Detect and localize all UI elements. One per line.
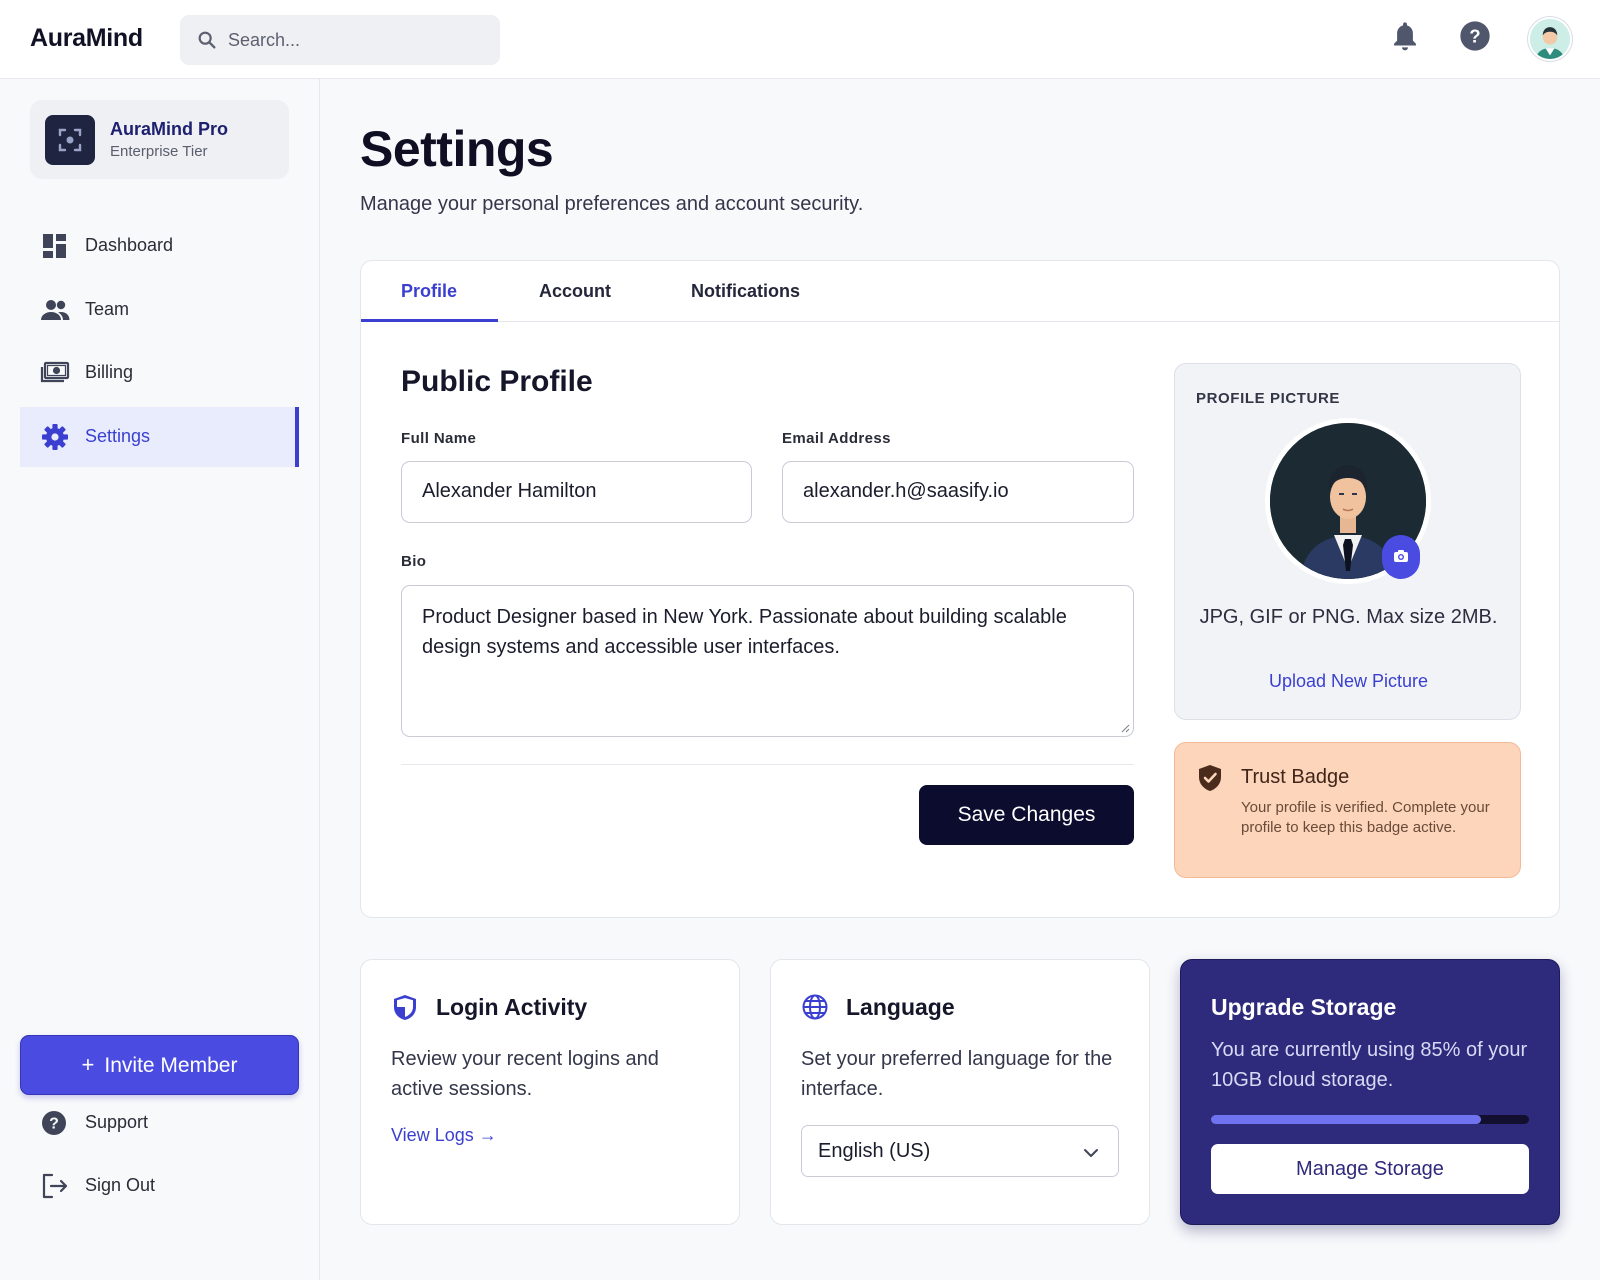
resize-handle-icon[interactable] (1120, 723, 1130, 733)
trust-badge-description: Your profile is verified. Complete your … (1241, 799, 1490, 836)
avatar-illustration (1530, 19, 1570, 59)
shield-icon (394, 995, 416, 1020)
org-tier: Enterprise Tier (110, 143, 208, 160)
language-select[interactable]: English (US) (801, 1125, 1119, 1177)
search-input[interactable]: Search... (180, 15, 500, 65)
search-placeholder: Search... (228, 30, 301, 50)
upgrade-storage-description: You are currently using 85% of your 10GB… (1211, 1039, 1528, 1091)
bio-label: Bio (401, 553, 427, 570)
bio-text: Product Designer based in New York. Pass… (422, 606, 1067, 658)
search-icon (198, 31, 216, 49)
language-card: Language Set your preferred language for… (770, 959, 1150, 1225)
bio-textarea[interactable]: Product Designer based in New York. Pass… (401, 585, 1134, 737)
profile-picture-label: PROFILE PICTURE (1196, 390, 1341, 407)
help-icon: ? (42, 1111, 66, 1135)
billing-icon (40, 361, 70, 383)
tab-notifications[interactable]: Notifications (691, 281, 800, 302)
section-title: Public Profile (401, 365, 593, 398)
sidebar-item-label: Team (85, 299, 130, 319)
bell-icon[interactable] (1390, 20, 1420, 54)
language-description: Set your preferred language for the inte… (801, 1048, 1113, 1100)
help-icon[interactable]: ? (1459, 20, 1491, 52)
manage-storage-button[interactable]: Manage Storage (1211, 1144, 1529, 1194)
sidebar-item-label: Settings (85, 426, 151, 446)
change-photo-button[interactable] (1382, 535, 1420, 579)
active-tab-indicator (361, 319, 498, 322)
sidebar-item-support[interactable]: ? Support (20, 1093, 299, 1153)
divider (401, 764, 1134, 765)
svg-text:?: ? (49, 1116, 59, 1133)
sidebar-item-billing[interactable]: Billing (20, 343, 299, 403)
gear-icon (42, 424, 68, 450)
active-indicator (295, 407, 299, 467)
sidebar-item-sign-out[interactable]: Sign Out (20, 1156, 299, 1216)
page-subtitle: Manage your personal preferences and acc… (360, 193, 864, 215)
chevron-down-icon (1084, 1149, 1098, 1157)
upgrade-storage-title: Upgrade Storage (1211, 994, 1397, 1020)
settings-card: Profile Account Notifications Public Pro… (360, 260, 1560, 918)
org-switcher[interactable]: AuraMind Pro Enterprise Tier (30, 100, 289, 179)
plus-icon: + (81, 1052, 95, 1077)
storage-progress-bar (1211, 1115, 1529, 1124)
camera-icon (1394, 550, 1408, 562)
sidebar-item-settings[interactable]: Settings (20, 407, 299, 467)
team-icon (41, 300, 70, 320)
trust-badge-title: Trust Badge (1241, 766, 1350, 788)
sidebar-item-label: Dashboard (85, 235, 174, 255)
picture-requirements: JPG, GIF or PNG. Max size 2MB. (1199, 606, 1498, 628)
sidebar: AuraMind Pro Enterprise Tier Dashboard T… (0, 79, 320, 1280)
dashboard-icon (43, 234, 66, 258)
email-label: Email Address (782, 430, 891, 447)
focus-icon (58, 128, 82, 152)
invite-member-button[interactable]: + Invite Member (20, 1035, 299, 1095)
upgrade-storage-card: Upgrade Storage You are currently using … (1180, 959, 1560, 1225)
trust-badge-card: Trust Badge Your profile is verified. Co… (1174, 742, 1521, 878)
login-activity-description: Review your recent logins and active ses… (391, 1048, 659, 1100)
invite-member-label: Invite Member (104, 1054, 238, 1077)
avatar[interactable] (1528, 17, 1572, 61)
tab-profile[interactable]: Profile (401, 281, 457, 302)
sidebar-item-label: Billing (85, 362, 134, 382)
profile-picture-card: PROFILE PICTURE JPG, GIF or PNG. Max siz… (1174, 363, 1521, 720)
sidebar-item-label: Sign Out (85, 1175, 156, 1195)
full-name-label: Full Name (401, 430, 477, 447)
org-logo (45, 115, 95, 165)
storage-progress-fill (1211, 1115, 1482, 1124)
language-title: Language (846, 994, 955, 1020)
full-name-field[interactable]: Alexander Hamilton (401, 461, 752, 523)
sidebar-item-label: Support (85, 1112, 149, 1132)
sidebar-item-dashboard[interactable]: Dashboard (20, 216, 299, 276)
login-activity-card: Login Activity Review your recent logins… (360, 959, 740, 1225)
upload-picture-link[interactable]: Upload New Picture (1175, 671, 1522, 692)
login-activity-title: Login Activity (436, 994, 588, 1020)
save-changes-button[interactable]: Save Changes (919, 785, 1134, 845)
page-title: Settings (360, 121, 554, 177)
tab-account[interactable]: Account (539, 281, 611, 302)
shield-check-icon (1199, 765, 1221, 791)
email-field[interactable]: alexander.h@saasify.io (782, 461, 1134, 523)
sign-out-icon (42, 1173, 68, 1199)
globe-icon (802, 994, 828, 1020)
language-selected-value: English (US) (818, 1140, 931, 1162)
org-name: AuraMind Pro (110, 119, 229, 139)
tab-bar: Profile Account Notifications (361, 261, 1559, 322)
brand-logo[interactable]: AuraMind (30, 24, 143, 53)
top-bar: AuraMind Search... ? (0, 0, 1600, 79)
sidebar-item-team[interactable]: Team (20, 280, 299, 340)
view-logs-link[interactable]: View Logs → (391, 1125, 497, 1146)
svg-text:?: ? (1469, 26, 1480, 47)
